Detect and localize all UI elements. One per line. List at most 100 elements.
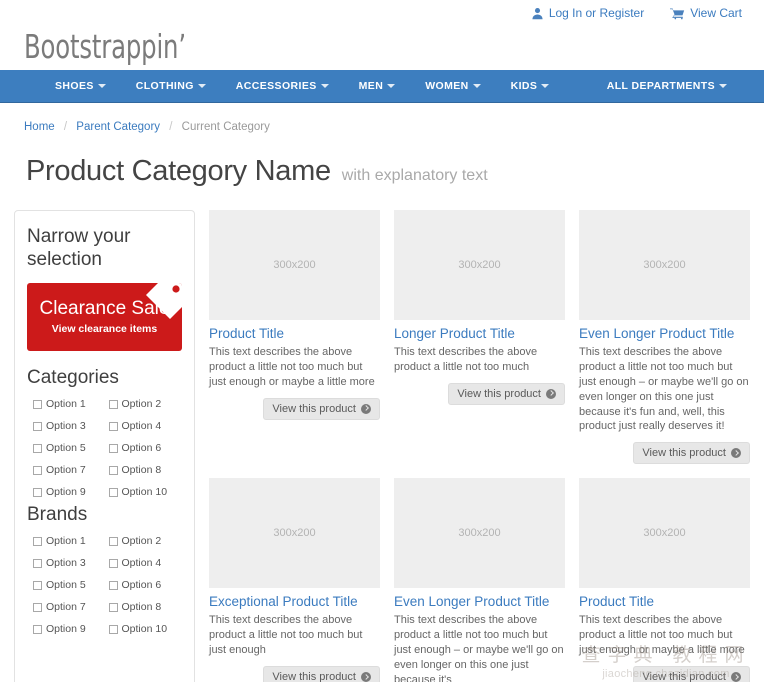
- nav-item-label: SHOES: [55, 80, 94, 92]
- brand-option[interactable]: Option 9: [33, 623, 107, 635]
- product-title-link[interactable]: Even Longer Product Title: [579, 326, 750, 342]
- product-image-placeholder[interactable]: 300x200: [394, 210, 565, 320]
- view-product-label: View this product: [272, 402, 356, 415]
- nav-item-women[interactable]: WOMEN: [410, 80, 495, 92]
- category-option[interactable]: Option 7: [33, 464, 107, 476]
- nav-item-clothing[interactable]: CLOTHING: [121, 80, 221, 92]
- checkbox-icon[interactable]: [33, 399, 42, 409]
- checkbox-icon[interactable]: [108, 465, 118, 475]
- category-option[interactable]: Option 9: [33, 486, 107, 498]
- brand-option[interactable]: Option 10: [108, 623, 183, 636]
- option-label: Option 6: [121, 579, 162, 592]
- option-label: Option 4: [121, 557, 162, 570]
- product-action-row: View this product: [394, 382, 565, 405]
- nav-item-shoes[interactable]: SHOES: [40, 80, 121, 92]
- checkbox-icon[interactable]: [108, 580, 118, 590]
- product-title-link[interactable]: Longer Product Title: [394, 326, 565, 342]
- checkbox-icon[interactable]: [33, 580, 42, 590]
- checkbox-icon[interactable]: [33, 602, 42, 612]
- page-root: Log In or Register View Cart Bootstrappi…: [0, 0, 764, 682]
- option-label: Option 1: [46, 398, 86, 411]
- breadcrumb-current: Current Category: [181, 121, 270, 133]
- checkbox-icon[interactable]: [108, 536, 118, 546]
- clearance-sale-banner[interactable]: Clearance Sale View clearance items: [27, 283, 182, 352]
- category-option[interactable]: Option 8: [108, 464, 183, 476]
- view-product-button[interactable]: View this product: [633, 442, 750, 465]
- breadcrumb-home[interactable]: Home: [24, 121, 55, 133]
- view-product-button[interactable]: View this product: [633, 665, 750, 682]
- product-image-placeholder[interactable]: 300x200: [579, 210, 750, 320]
- arrow-right-circle-icon: [546, 388, 556, 399]
- categories-options: Option 1 Option 2 Option 3 Option 4 Opti…: [27, 398, 182, 498]
- page-title: Product Category Name: [26, 155, 331, 187]
- product-title-link[interactable]: Exceptional Product Title: [209, 594, 380, 610]
- product-description: This text describes the above product a …: [579, 614, 745, 657]
- category-option[interactable]: Option 5: [33, 442, 107, 454]
- checkbox-icon[interactable]: [108, 443, 118, 453]
- product-description: This text describes the above product a …: [209, 346, 375, 388]
- nav-item-men[interactable]: MEN: [344, 80, 411, 92]
- category-option[interactable]: Option 6: [108, 442, 183, 454]
- breadcrumb-separator: /: [169, 121, 173, 133]
- brand-option[interactable]: Option 2: [108, 535, 183, 547]
- category-option[interactable]: Option 10: [108, 486, 183, 499]
- nav-item-label: WOMEN: [425, 80, 469, 92]
- category-option[interactable]: Option 1: [33, 398, 107, 410]
- view-product-label: View this product: [457, 387, 541, 400]
- view-cart-link[interactable]: View Cart: [670, 6, 742, 20]
- login-register-label: Log In or Register: [548, 6, 645, 20]
- checkbox-icon[interactable]: [108, 399, 118, 409]
- category-option[interactable]: Option 2: [108, 398, 183, 411]
- product-action-row: View this product: [579, 442, 750, 465]
- brand-option[interactable]: Option 1: [33, 535, 107, 547]
- nav-item-accessories[interactable]: ACCESSORIES: [221, 80, 344, 92]
- product-image-placeholder[interactable]: 300x200: [579, 478, 750, 589]
- checkbox-icon[interactable]: [108, 602, 118, 612]
- option-label: Option 10: [121, 623, 168, 636]
- product-image-placeholder[interactable]: 300x200: [394, 478, 565, 589]
- arrow-right-circle-icon: [361, 671, 371, 682]
- option-label: Option 10: [121, 486, 168, 499]
- checkbox-icon[interactable]: [33, 624, 42, 634]
- brand-option[interactable]: Option 5: [33, 579, 107, 591]
- product-image-placeholder[interactable]: 300x200: [209, 210, 380, 320]
- checkbox-icon[interactable]: [108, 421, 118, 431]
- option-label: Option 2: [121, 398, 162, 411]
- nav-item-label: KIDS: [510, 80, 538, 92]
- category-option[interactable]: Option 3: [33, 420, 107, 432]
- brand-option[interactable]: Option 4: [108, 557, 183, 570]
- product-action-row: View this product: [209, 397, 380, 420]
- breadcrumb-parent[interactable]: Parent Category: [76, 121, 160, 133]
- view-product-button[interactable]: View this product: [263, 397, 380, 420]
- product-description: This text describes the above product a …: [394, 614, 564, 682]
- category-option[interactable]: Option 4: [108, 420, 183, 432]
- view-product-button[interactable]: View this product: [448, 382, 565, 405]
- checkbox-icon[interactable]: [33, 536, 42, 546]
- product-title-link[interactable]: Even Longer Product Title: [394, 594, 565, 610]
- view-product-button[interactable]: View this product: [263, 665, 380, 682]
- nav-left-group: SHOES CLOTHING ACCESSORIES MEN WOMEN KID…: [40, 80, 592, 92]
- brands-options: Option 1 Option 2 Option 3 Option 4 Opti…: [27, 535, 182, 635]
- checkbox-icon[interactable]: [33, 443, 42, 453]
- brand-option[interactable]: Option 6: [108, 579, 183, 592]
- site-logo[interactable]: Bootstrappin’: [24, 30, 186, 63]
- checkbox-icon[interactable]: [33, 465, 42, 475]
- checkbox-icon[interactable]: [108, 558, 118, 568]
- checkbox-icon[interactable]: [33, 487, 42, 497]
- brand-option[interactable]: Option 7: [33, 601, 107, 613]
- chevron-down-icon: [197, 84, 206, 88]
- login-register-link[interactable]: Log In or Register: [531, 6, 644, 20]
- nav-item-all-departments[interactable]: ALL DEPARTMENTS: [592, 80, 742, 92]
- checkbox-icon[interactable]: [108, 624, 118, 634]
- product-title-link[interactable]: Product Title: [209, 326, 380, 342]
- product-title-link[interactable]: Product Title: [579, 594, 750, 610]
- brand-option[interactable]: Option 3: [33, 557, 107, 569]
- checkbox-icon[interactable]: [33, 558, 42, 568]
- brand-option[interactable]: Option 8: [108, 601, 183, 614]
- product-image-placeholder[interactable]: 300x200: [209, 478, 380, 589]
- checkbox-icon[interactable]: [33, 421, 42, 431]
- nav-item-kids[interactable]: KIDS: [496, 80, 565, 92]
- checkbox-icon[interactable]: [108, 487, 118, 497]
- nav-item-label: MEN: [358, 80, 384, 92]
- option-label: Option 8: [121, 601, 162, 614]
